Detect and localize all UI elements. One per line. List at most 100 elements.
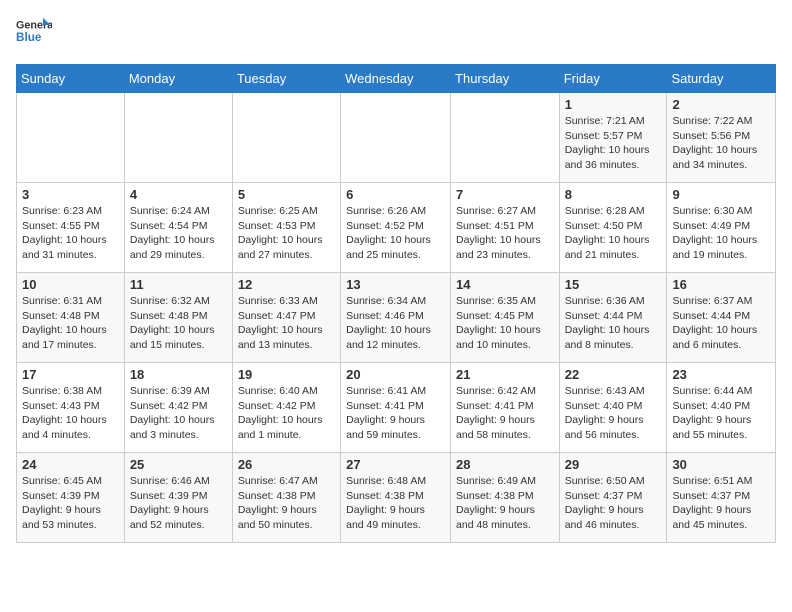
day-number: 7 — [456, 187, 554, 202]
day-number: 12 — [238, 277, 335, 292]
day-info: Sunrise: 6:30 AM Sunset: 4:49 PM Dayligh… — [672, 204, 770, 263]
day-number: 21 — [456, 367, 554, 382]
day-info: Sunrise: 6:24 AM Sunset: 4:54 PM Dayligh… — [130, 204, 227, 263]
day-number: 27 — [346, 457, 445, 472]
day-info: Sunrise: 6:34 AM Sunset: 4:46 PM Dayligh… — [346, 294, 445, 353]
day-number: 2 — [672, 97, 770, 112]
calendar-cell: 6 Sunrise: 6:26 AM Sunset: 4:52 PM Daylig… — [341, 183, 451, 273]
calendar-cell: 9 Sunrise: 6:30 AM Sunset: 4:49 PM Daylig… — [667, 183, 776, 273]
calendar-week-5: 24 Sunrise: 6:45 AM Sunset: 4:39 PM Dayli… — [17, 453, 776, 543]
calendar-cell: 15 Sunrise: 6:36 AM Sunset: 4:44 PM Dayli… — [559, 273, 667, 363]
calendar-cell: 2 Sunrise: 7:22 AM Sunset: 5:56 PM Daylig… — [667, 93, 776, 183]
calendar-cell — [124, 93, 232, 183]
day-info: Sunrise: 6:32 AM Sunset: 4:48 PM Dayligh… — [130, 294, 227, 353]
day-number: 15 — [565, 277, 662, 292]
calendar-cell: 16Sunrise: 6:37 AM Sunset: 4:44 PM Dayli… — [667, 273, 776, 363]
calendar-week-2: 3 Sunrise: 6:23 AM Sunset: 4:55 PM Daylig… — [17, 183, 776, 273]
calendar-cell: 3 Sunrise: 6:23 AM Sunset: 4:55 PM Daylig… — [17, 183, 125, 273]
day-info: Sunrise: 6:44 AM Sunset: 4:40 PM Dayligh… — [672, 384, 770, 443]
calendar-week-4: 17Sunrise: 6:38 AM Sunset: 4:43 PM Dayli… — [17, 363, 776, 453]
day-number: 23 — [672, 367, 770, 382]
header-sunday: Sunday — [17, 65, 125, 93]
day-info: Sunrise: 6:51 AM Sunset: 4:37 PM Dayligh… — [672, 474, 770, 533]
svg-text:Blue: Blue — [16, 31, 42, 44]
day-number: 3 — [22, 187, 119, 202]
day-number: 10 — [22, 277, 119, 292]
day-info: Sunrise: 7:22 AM Sunset: 5:56 PM Dayligh… — [672, 114, 770, 173]
day-number: 8 — [565, 187, 662, 202]
calendar-cell — [232, 93, 340, 183]
day-info: Sunrise: 6:41 AM Sunset: 4:41 PM Dayligh… — [346, 384, 445, 443]
day-info: Sunrise: 6:27 AM Sunset: 4:51 PM Dayligh… — [456, 204, 554, 263]
day-number: 22 — [565, 367, 662, 382]
calendar-cell: 23 Sunrise: 6:44 AM Sunset: 4:40 PM Dayli… — [667, 363, 776, 453]
day-info: Sunrise: 6:33 AM Sunset: 4:47 PM Dayligh… — [238, 294, 335, 353]
day-number: 6 — [346, 187, 445, 202]
calendar-cell: 4 Sunrise: 6:24 AM Sunset: 4:54 PM Daylig… — [124, 183, 232, 273]
calendar-cell: 14 Sunrise: 6:35 AM Sunset: 4:45 PM Dayli… — [451, 273, 560, 363]
calendar-cell: 5 Sunrise: 6:25 AM Sunset: 4:53 PM Daylig… — [232, 183, 340, 273]
calendar-cell: 20 Sunrise: 6:41 AM Sunset: 4:41 PM Dayli… — [341, 363, 451, 453]
day-info: Sunrise: 6:48 AM Sunset: 4:38 PM Dayligh… — [346, 474, 445, 533]
calendar-cell: 28 Sunrise: 6:49 AM Sunset: 4:38 PM Dayli… — [451, 453, 560, 543]
day-number: 14 — [456, 277, 554, 292]
calendar-cell — [17, 93, 125, 183]
day-info: Sunrise: 6:28 AM Sunset: 4:50 PM Dayligh… — [565, 204, 662, 263]
calendar-cell: 29Sunrise: 6:50 AM Sunset: 4:37 PM Dayli… — [559, 453, 667, 543]
day-info: Sunrise: 6:43 AM Sunset: 4:40 PM Dayligh… — [565, 384, 662, 443]
calendar-cell: 12 Sunrise: 6:33 AM Sunset: 4:47 PM Dayli… — [232, 273, 340, 363]
day-info: Sunrise: 6:49 AM Sunset: 4:38 PM Dayligh… — [456, 474, 554, 533]
day-number: 20 — [346, 367, 445, 382]
day-info: Sunrise: 6:38 AM Sunset: 4:43 PM Dayligh… — [22, 384, 119, 443]
calendar-cell — [341, 93, 451, 183]
day-number: 13 — [346, 277, 445, 292]
day-number: 9 — [672, 187, 770, 202]
calendar-cell: 25 Sunrise: 6:46 AM Sunset: 4:39 PM Dayli… — [124, 453, 232, 543]
day-info: Sunrise: 6:26 AM Sunset: 4:52 PM Dayligh… — [346, 204, 445, 263]
calendar-cell: 21 Sunrise: 6:42 AM Sunset: 4:41 PM Dayli… — [451, 363, 560, 453]
calendar-cell — [451, 93, 560, 183]
day-info: Sunrise: 6:42 AM Sunset: 4:41 PM Dayligh… — [456, 384, 554, 443]
day-number: 19 — [238, 367, 335, 382]
day-number: 29 — [565, 457, 662, 472]
calendar-cell: 7 Sunrise: 6:27 AM Sunset: 4:51 PM Daylig… — [451, 183, 560, 273]
day-info: Sunrise: 6:25 AM Sunset: 4:53 PM Dayligh… — [238, 204, 335, 263]
calendar-cell: 11Sunrise: 6:32 AM Sunset: 4:48 PM Dayli… — [124, 273, 232, 363]
calendar-cell: 18 Sunrise: 6:39 AM Sunset: 4:42 PM Dayli… — [124, 363, 232, 453]
day-info: Sunrise: 6:47 AM Sunset: 4:38 PM Dayligh… — [238, 474, 335, 533]
day-info: Sunrise: 6:39 AM Sunset: 4:42 PM Dayligh… — [130, 384, 227, 443]
logo: General Blue — [16, 16, 52, 52]
calendar-table: SundayMondayTuesdayWednesdayThursdayFrid… — [16, 64, 776, 543]
day-number: 30 — [672, 457, 770, 472]
calendar-cell: 17Sunrise: 6:38 AM Sunset: 4:43 PM Dayli… — [17, 363, 125, 453]
calendar-cell: 26Sunrise: 6:47 AM Sunset: 4:38 PM Dayli… — [232, 453, 340, 543]
day-info: Sunrise: 6:45 AM Sunset: 4:39 PM Dayligh… — [22, 474, 119, 533]
calendar-cell: 30 Sunrise: 6:51 AM Sunset: 4:37 PM Dayli… — [667, 453, 776, 543]
day-info: Sunrise: 6:37 AM Sunset: 4:44 PM Dayligh… — [672, 294, 770, 353]
header-saturday: Saturday — [667, 65, 776, 93]
day-number: 25 — [130, 457, 227, 472]
page-header: General Blue — [16, 16, 776, 52]
day-number: 18 — [130, 367, 227, 382]
calendar-header-row: SundayMondayTuesdayWednesdayThursdayFrid… — [17, 65, 776, 93]
day-number: 4 — [130, 187, 227, 202]
calendar-week-1: 1Sunrise: 7:21 AM Sunset: 5:57 PM Daylig… — [17, 93, 776, 183]
calendar-cell: 24 Sunrise: 6:45 AM Sunset: 4:39 PM Dayli… — [17, 453, 125, 543]
calendar-cell: 13 Sunrise: 6:34 AM Sunset: 4:46 PM Dayli… — [341, 273, 451, 363]
day-info: Sunrise: 6:23 AM Sunset: 4:55 PM Dayligh… — [22, 204, 119, 263]
svg-text:General: General — [16, 20, 52, 32]
day-info: Sunrise: 6:31 AM Sunset: 4:48 PM Dayligh… — [22, 294, 119, 353]
day-number: 28 — [456, 457, 554, 472]
header-wednesday: Wednesday — [341, 65, 451, 93]
day-info: Sunrise: 6:35 AM Sunset: 4:45 PM Dayligh… — [456, 294, 554, 353]
calendar-cell: 22 Sunrise: 6:43 AM Sunset: 4:40 PM Dayli… — [559, 363, 667, 453]
day-number: 5 — [238, 187, 335, 202]
calendar-cell: 27 Sunrise: 6:48 AM Sunset: 4:38 PM Dayli… — [341, 453, 451, 543]
day-info: Sunrise: 6:36 AM Sunset: 4:44 PM Dayligh… — [565, 294, 662, 353]
header-monday: Monday — [124, 65, 232, 93]
calendar-cell: 19 Sunrise: 6:40 AM Sunset: 4:42 PM Dayli… — [232, 363, 340, 453]
day-number: 24 — [22, 457, 119, 472]
day-info: Sunrise: 6:40 AM Sunset: 4:42 PM Dayligh… — [238, 384, 335, 443]
day-info: Sunrise: 6:46 AM Sunset: 4:39 PM Dayligh… — [130, 474, 227, 533]
day-number: 1 — [565, 97, 662, 112]
